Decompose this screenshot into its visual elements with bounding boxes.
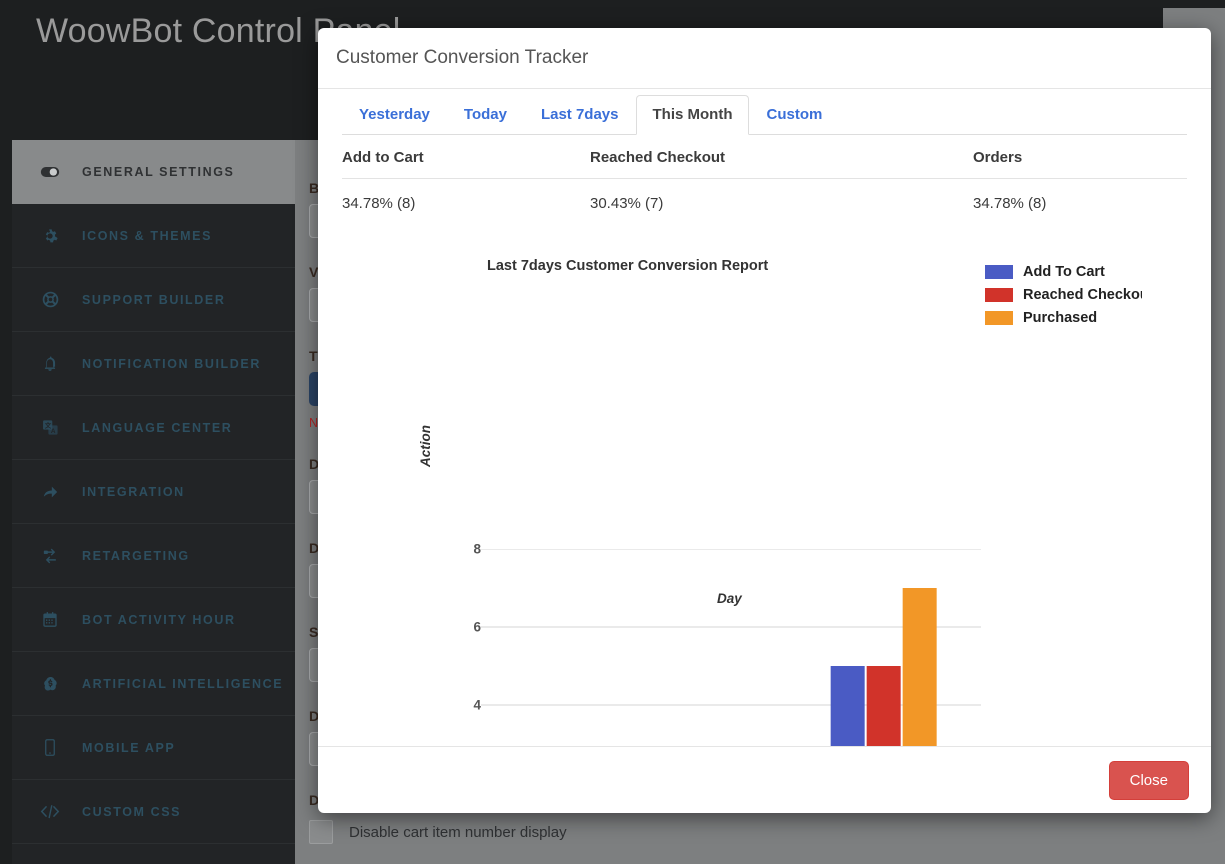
tab-this-month[interactable]: This Month (635, 95, 750, 135)
stat-value-orders: 34.78% (8) (973, 195, 1047, 212)
tab-last-7days[interactable]: Last 7days (524, 95, 636, 135)
stat-value-reached-checkout: 30.43% (7) (590, 195, 664, 212)
legend-swatch (985, 287, 1013, 302)
close-button[interactable]: Close (1108, 760, 1189, 800)
date-range-tabs: Yesterday Today Last 7days This Month Custom (318, 89, 1211, 135)
chart-svg (481, 549, 981, 746)
admin-page: WoowBot Control Panel GENERAL SETTINGS IC… (0, 0, 1225, 864)
stat-header-orders: Orders (973, 149, 1023, 166)
conversion-stats-header: Add to Cart Reached Checkout Orders (342, 135, 1187, 179)
legend-item: Purchased (985, 306, 1142, 329)
chart-plot-area: 02468010304 (473, 542, 981, 746)
stat-value-add-to-cart: 34.78% (8) (342, 195, 416, 212)
modal-overlay: Customer Conversion Tracker Yesterday Tod… (0, 0, 1225, 864)
tab-today[interactable]: Today (447, 95, 524, 135)
modal-header: Customer Conversion Tracker (318, 28, 1211, 89)
conversion-stats-row: 34.78% (8) 30.43% (7) 34.78% (8) (342, 179, 1187, 222)
y-axis-tick: 8 (473, 541, 481, 557)
tab-yesterday[interactable]: Yesterday (342, 95, 447, 135)
stat-header-reached-checkout: Reached Checkout (590, 149, 726, 166)
chart-legend: Add To Cart Reached Checkout Purchased (985, 260, 1142, 329)
legend-swatch (985, 264, 1013, 279)
legend-label: Purchased (1023, 309, 1098, 326)
bar-04-purchased (902, 588, 937, 746)
legend-label: Add To Cart (1023, 263, 1105, 280)
y-axis-tick: 4 (473, 697, 481, 713)
conversion-chart: Last 7days Customer Conversion Report Ac… (318, 244, 1211, 746)
modal-footer: Close (318, 746, 1211, 813)
modal-title: Customer Conversion Tracker (336, 47, 589, 68)
bar-04-add-to-cart (830, 666, 865, 746)
conversion-stats: Add to Cart Reached Checkout Orders 34.7… (318, 135, 1211, 222)
chart-legend-clip: Add To Cart Reached Checkout Purchased (985, 260, 1142, 340)
modal-body: Yesterday Today Last 7days This Month Custom… (318, 89, 1211, 746)
stat-header-add-to-cart: Add to Cart (342, 149, 424, 166)
chart-title: Last 7days Customer Conversion Report (487, 258, 769, 274)
tab-custom[interactable]: Custom (749, 95, 839, 135)
chart-y-axis-label: Action (418, 425, 433, 467)
legend-item: Add To Cart (985, 260, 1142, 283)
legend-swatch (985, 310, 1013, 325)
y-axis-tick: 6 (473, 619, 481, 635)
legend-item: Reached Checkout (985, 283, 1142, 306)
customer-conversion-tracker-modal: Customer Conversion Tracker Yesterday Tod… (318, 28, 1211, 813)
bar-04-reached-checkout (866, 666, 901, 746)
legend-label: Reached Checkout (1023, 286, 1142, 303)
